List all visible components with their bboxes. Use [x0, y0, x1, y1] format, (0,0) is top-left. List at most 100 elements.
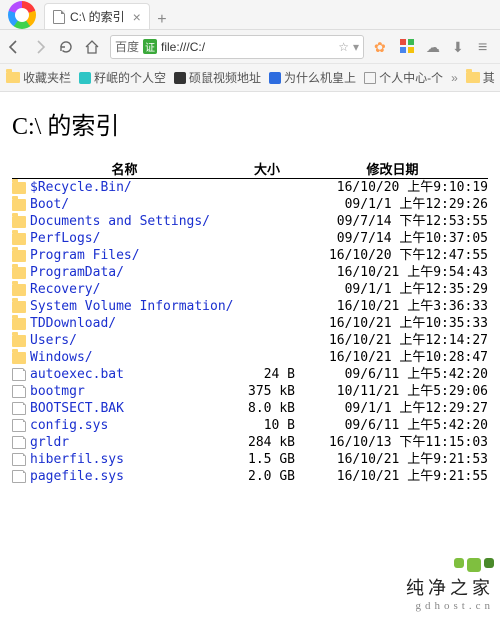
bookmark-item[interactable]: 硕鼠视频地址: [174, 69, 261, 86]
file-row: BOOTSECT.BAK8.0 kB09/1/1 上午12:29:27: [12, 400, 488, 417]
directory-row: System Volume Information/16/10/21 上午3:3…: [12, 298, 488, 315]
file-icon: [12, 419, 26, 432]
entry-date: 09/6/11 上午5:42:20: [297, 417, 488, 434]
entry-date: 16/10/13 下午11:15:03: [297, 434, 488, 451]
entry-size: 8.0 kB: [237, 400, 297, 417]
listing-header: 名称 大小 修改日期: [12, 159, 488, 179]
page-title: C:\ 的索引: [12, 106, 488, 141]
file-row: grldr284 kB16/10/13 下午11:15:03: [12, 434, 488, 451]
file-icon: [12, 453, 26, 466]
col-header-name: 名称: [12, 159, 237, 178]
entry-name-link[interactable]: PerfLogs/: [30, 230, 237, 247]
watermark-url: gdhost.cn: [406, 600, 494, 612]
folder-icon: [12, 318, 26, 330]
folder-icon: [12, 284, 26, 296]
folder-icon: [12, 233, 26, 245]
file-row: pagefile.sys2.0 GB16/10/21 上午9:21:55: [12, 468, 488, 485]
folder-icon: [12, 199, 26, 211]
bookmark-item[interactable]: 为什么机皇上: [269, 69, 356, 86]
download-icon[interactable]: ⬇: [452, 39, 468, 55]
entry-name-link[interactable]: Users/: [30, 332, 237, 349]
entry-size: 10 B: [237, 417, 297, 434]
bookmark-star-icon[interactable]: ☆: [338, 40, 349, 54]
col-header-size: 大小: [237, 159, 297, 178]
folder-icon: [6, 72, 20, 83]
entry-name-link[interactable]: autoexec.bat: [30, 366, 237, 383]
entry-date: 16/10/21 上午9:21:53: [297, 451, 488, 468]
reload-button[interactable]: [58, 39, 74, 55]
entry-name-link[interactable]: $Recycle.Bin/: [30, 179, 237, 196]
entry-size: 375 kB: [237, 383, 297, 400]
file-row: hiberfil.sys1.5 GB16/10/21 上午9:21:53: [12, 451, 488, 468]
entry-name-link[interactable]: Documents and Settings/: [30, 213, 237, 230]
favicon-icon: [79, 72, 91, 84]
back-button[interactable]: [6, 39, 22, 55]
entry-size: 284 kB: [237, 434, 297, 451]
address-dropdown-icon[interactable]: ▾: [353, 40, 359, 54]
entry-date: 09/1/1 上午12:29:26: [297, 196, 488, 213]
folder-icon: [12, 250, 26, 262]
folder-icon: [466, 72, 480, 83]
tab-close-icon[interactable]: ×: [133, 10, 141, 24]
bookmark-item[interactable]: 收藏夹栏: [6, 69, 71, 86]
bookmark-item[interactable]: 籽岷的个人空: [79, 69, 166, 86]
folder-icon: [12, 182, 26, 194]
entry-name-link[interactable]: ProgramData/: [30, 264, 237, 281]
tab-title: C:\ 的索引: [70, 8, 125, 25]
bookmark-label: 硕鼠视频地址: [189, 69, 261, 86]
file-icon: [12, 368, 26, 381]
listing-rows: $Recycle.Bin/16/10/20 上午9:10:19Boot/09/1…: [12, 179, 488, 485]
folder-icon: [12, 335, 26, 347]
new-tab-button[interactable]: +: [150, 11, 174, 29]
folder-icon: [12, 216, 26, 228]
entry-date: 09/7/14 下午12:53:55: [297, 213, 488, 230]
entry-name-link[interactable]: config.sys: [30, 417, 237, 434]
page-content: C:\ 的索引 名称 大小 修改日期 $Recycle.Bin/16/10/20…: [0, 92, 500, 485]
entry-name-link[interactable]: Program Files/: [30, 247, 237, 264]
search-engine-label: 百度: [115, 38, 139, 55]
address-bar[interactable]: 百度 证 file:///C:/ ☆ ▾: [110, 35, 364, 59]
browser-logo-icon: [8, 1, 36, 29]
forward-button[interactable]: [32, 39, 48, 55]
directory-row: Recovery/09/1/1 上午12:35:29: [12, 281, 488, 298]
entry-name-link[interactable]: Recovery/: [30, 281, 237, 298]
entry-date: 09/6/11 上午5:42:20: [297, 366, 488, 383]
entry-name-link[interactable]: pagefile.sys: [30, 468, 237, 485]
entry-date: 10/11/21 上午5:29:06: [297, 383, 488, 400]
directory-row: Windows/16/10/21 上午10:28:47: [12, 349, 488, 366]
cloud-sync-icon[interactable]: ☁: [426, 39, 442, 55]
cert-badge: 证: [143, 39, 157, 54]
entry-name-link[interactable]: BOOTSECT.BAK: [30, 400, 237, 417]
entry-date: 16/10/21 上午10:28:47: [297, 349, 488, 366]
entry-name-link[interactable]: hiberfil.sys: [30, 451, 237, 468]
home-button[interactable]: [84, 39, 100, 55]
entry-name-link[interactable]: TDDownload/: [30, 315, 237, 332]
extension-grid-icon[interactable]: [400, 39, 416, 55]
entry-name-link[interactable]: Boot/: [30, 196, 237, 213]
file-row: config.sys10 B09/6/11 上午5:42:20: [12, 417, 488, 434]
directory-row: PerfLogs/09/7/14 上午10:37:05: [12, 230, 488, 247]
directory-row: $Recycle.Bin/16/10/20 上午9:10:19: [12, 179, 488, 196]
entry-name-link[interactable]: System Volume Information/: [30, 298, 237, 315]
entry-size: 24 B: [237, 366, 297, 383]
bookmark-item[interactable]: 其: [466, 69, 495, 86]
entry-name-link[interactable]: bootmgr: [30, 383, 237, 400]
entry-date: 09/1/1 上午12:35:29: [297, 281, 488, 298]
file-row: autoexec.bat24 B09/6/11 上午5:42:20: [12, 366, 488, 383]
entry-date: 16/10/21 上午3:36:33: [297, 298, 488, 315]
entry-name-link[interactable]: Windows/: [30, 349, 237, 366]
entry-date: 16/10/21 上午9:54:43: [297, 264, 488, 281]
directory-row: Documents and Settings/09/7/14 下午12:53:5…: [12, 213, 488, 230]
bookmark-label: 籽岷的个人空: [94, 69, 166, 86]
file-icon: [12, 470, 26, 483]
tab-active[interactable]: C:\ 的索引 ×: [44, 3, 150, 29]
bookmark-label: 其: [483, 69, 495, 86]
bookmark-item[interactable]: 个人中心-个: [364, 69, 443, 86]
bookmark-overflow-icon[interactable]: »: [451, 71, 458, 85]
entry-name-link[interactable]: grldr: [30, 434, 237, 451]
menu-button[interactable]: ≡: [478, 39, 494, 55]
extension-paw-icon[interactable]: ✿: [374, 39, 390, 55]
directory-row: Users/16/10/21 上午12:14:27: [12, 332, 488, 349]
tab-favicon-icon: [53, 10, 65, 24]
directory-row: ProgramData/16/10/21 上午9:54:43: [12, 264, 488, 281]
